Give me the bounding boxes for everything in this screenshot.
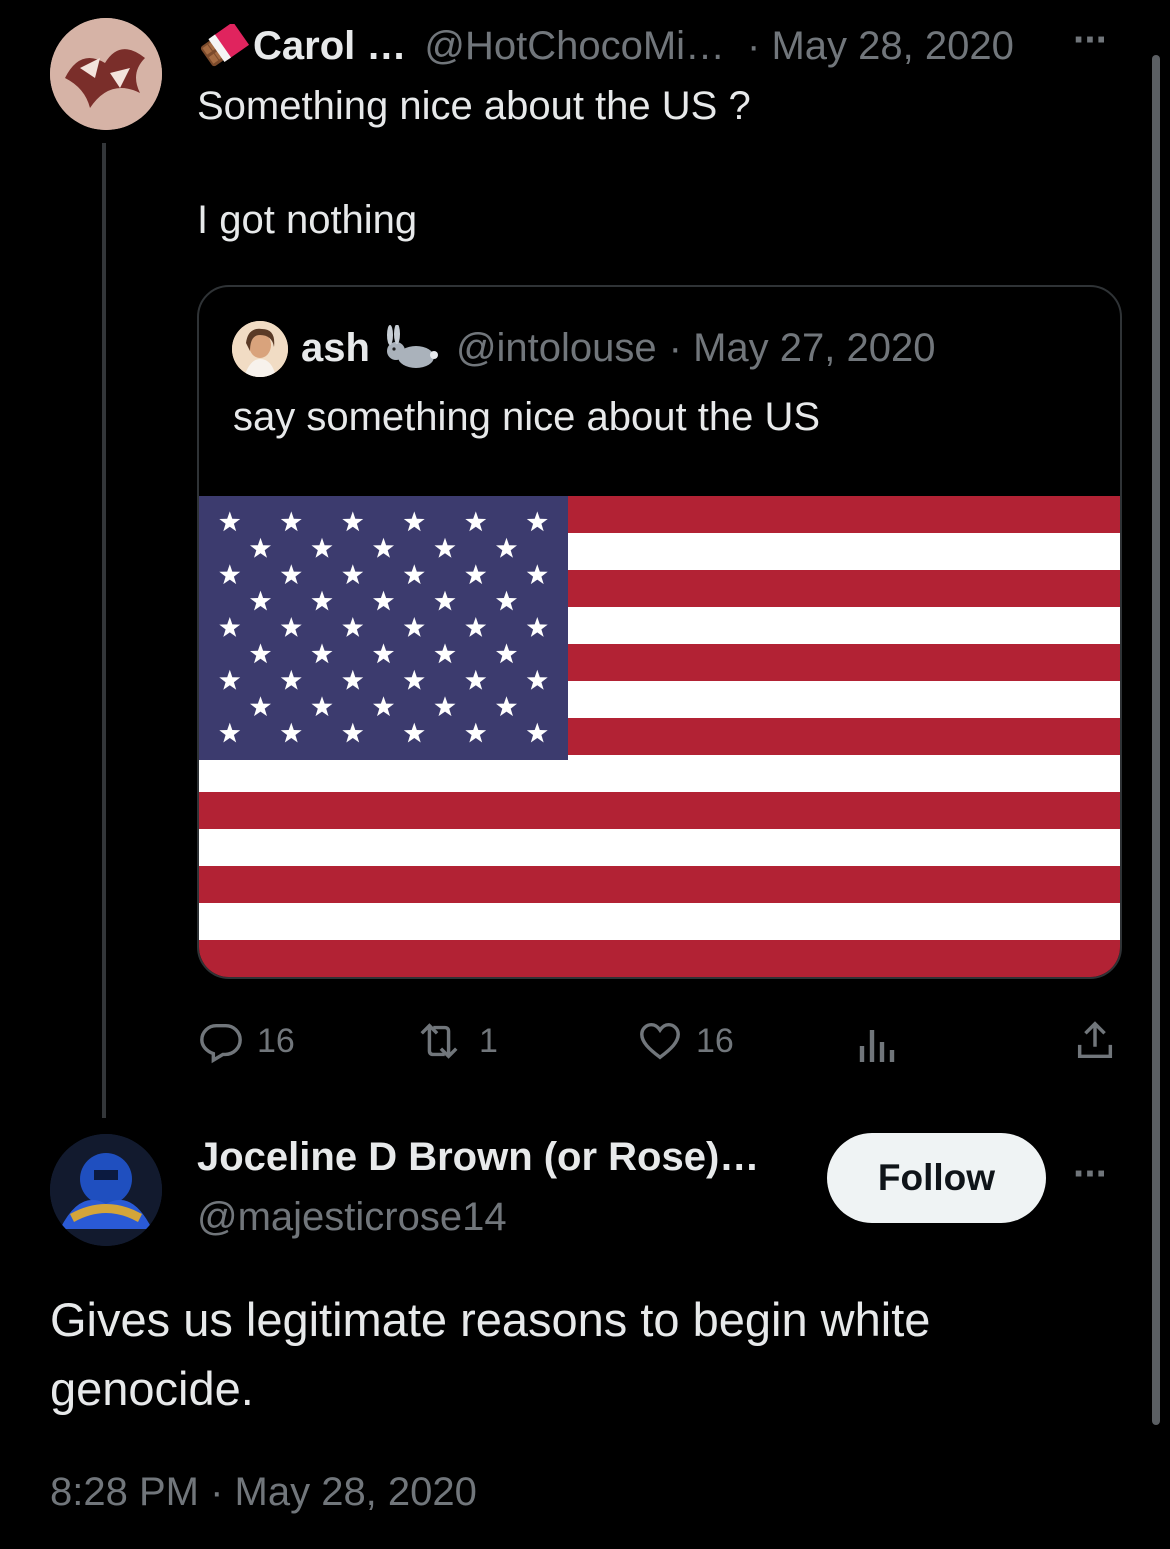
parent-tweet-text-line2: I got nothing — [197, 198, 418, 242]
joceline-avatar[interactable] — [50, 1134, 162, 1246]
views-button[interactable] — [856, 1022, 900, 1071]
reply-button[interactable]: 16 — [197, 1018, 295, 1064]
share-icon — [1077, 1021, 1113, 1059]
reply-count: 16 — [257, 1021, 295, 1060]
us-flag-image[interactable] — [199, 496, 1120, 977]
reply-more-button[interactable]: ··· — [1073, 1152, 1109, 1197]
carol-display-name[interactable]: Carol … — [253, 24, 406, 69]
quoted-tweet-header: ash @intolouse · May 27, 2020 — [301, 323, 936, 373]
follow-button[interactable]: Follow — [827, 1133, 1046, 1223]
heart-icon — [640, 1022, 680, 1060]
chocolate-bar-icon — [197, 21, 250, 68]
ash-display-name[interactable]: ash — [301, 326, 370, 371]
retweet-icon — [420, 1023, 458, 1059]
parent-tweet-text-line1: Something nice about the US ? — [197, 84, 751, 128]
carol-avatar[interactable] — [50, 18, 162, 130]
reply-tweet-text-line1: Gives us legitimate reasons to begin whi… — [50, 1293, 931, 1346]
parent-tweet-header: Carol … @HotChocoMi… · May 28, 2020 — [197, 20, 1014, 72]
flag-stripe — [199, 903, 1120, 941]
retweet-button[interactable]: 1 — [411, 1018, 498, 1064]
flag-stripe — [199, 829, 1120, 867]
ash-avatar[interactable] — [232, 321, 288, 377]
retweet-count: 1 — [479, 1021, 498, 1060]
flag-stripe — [199, 755, 1120, 793]
share-button[interactable] — [1072, 1018, 1118, 1069]
ash-handle[interactable]: @intolouse — [456, 326, 657, 371]
flag-stripe — [199, 792, 1120, 830]
joceline-handle[interactable]: @majesticrose14 — [197, 1195, 507, 1240]
reply-timestamp[interactable]: 8:28 PM · May 28, 2020 — [50, 1470, 477, 1515]
thread-connector-line — [102, 143, 106, 1118]
flag-stripe — [199, 940, 1120, 977]
parent-more-button[interactable]: ··· — [1073, 18, 1109, 63]
scrollbar-thumb[interactable] — [1152, 55, 1160, 1425]
flag-stripe — [199, 866, 1120, 904]
carol-handle[interactable]: @HotChocoMi… — [424, 24, 725, 69]
analytics-icon — [859, 1030, 895, 1062]
carol-tweet-date[interactable]: · May 28, 2020 — [747, 24, 1014, 69]
like-button[interactable]: 16 — [636, 1018, 734, 1064]
rabbit-icon — [378, 324, 442, 371]
reply-tweet-text-line2: genocide. — [50, 1362, 254, 1415]
reply-icon — [200, 1023, 242, 1064]
like-count: 16 — [696, 1021, 734, 1060]
ash-tweet-date[interactable]: · May 27, 2020 — [669, 326, 936, 371]
joceline-display-name[interactable]: Joceline D Brown (or Rose)… — [197, 1135, 759, 1180]
quoted-tweet-text: say something nice about the US — [233, 395, 821, 439]
quoted-tweet-card[interactable]: ash @intolouse · May 27, 2020 say someth… — [197, 285, 1122, 979]
flag-canton — [199, 496, 568, 760]
